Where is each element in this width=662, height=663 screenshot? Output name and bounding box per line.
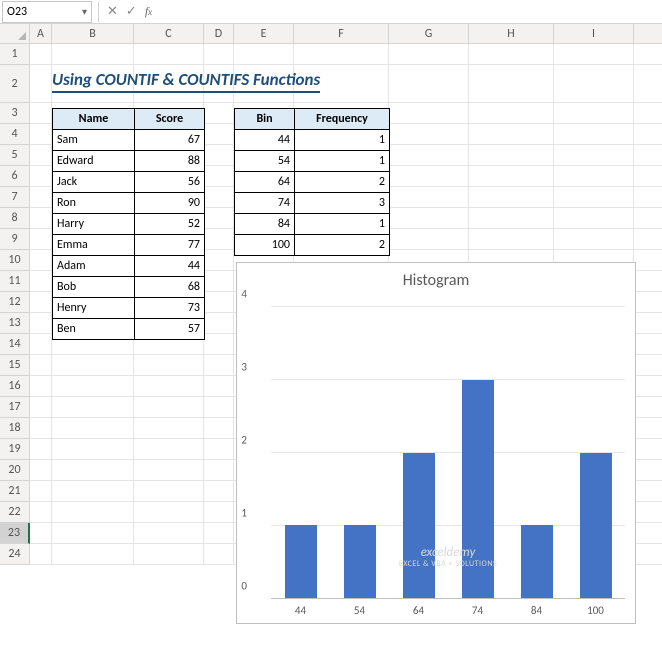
column-headers: A B C D E F G H I: [0, 24, 662, 44]
x-tick: 84: [507, 604, 566, 617]
name-box-dropdown-icon[interactable]: ▾: [82, 5, 87, 18]
table-row: Ron90: [53, 193, 205, 214]
row-header[interactable]: 23: [0, 523, 30, 544]
row-header[interactable]: 14: [0, 334, 30, 355]
col-header-C[interactable]: C: [134, 24, 204, 43]
table-row: Emma77: [53, 235, 205, 256]
bar[interactable]: [403, 453, 435, 599]
table-row: 1002: [235, 235, 390, 256]
table-row: Bob68: [53, 277, 205, 298]
x-tick: 74: [448, 604, 507, 617]
table-row: 541: [235, 151, 390, 172]
y-tick: 0: [241, 580, 247, 593]
table-row: Harry52: [53, 214, 205, 235]
row-header[interactable]: 4: [0, 124, 30, 145]
table-header: Score: [135, 109, 205, 130]
row-header[interactable]: 2: [0, 65, 30, 103]
y-tick: 2: [241, 434, 247, 447]
bar[interactable]: [580, 453, 612, 599]
x-tick: 44: [271, 604, 330, 617]
select-all-corner[interactable]: [0, 24, 30, 43]
row-header[interactable]: 22: [0, 502, 30, 523]
bar[interactable]: [285, 525, 317, 598]
cancel-icon: ✕: [103, 4, 122, 19]
bar[interactable]: [344, 525, 376, 598]
enter-icon: ✓: [122, 4, 141, 19]
name-score-table[interactable]: Name Score Sam67 Edward88 Jack56 Ron90 H…: [52, 108, 205, 340]
table-header: Bin: [235, 109, 295, 130]
col-header-I[interactable]: I: [554, 24, 634, 43]
col-header-A[interactable]: A: [30, 24, 52, 43]
col-header-E[interactable]: E: [234, 24, 294, 43]
y-tick: 3: [241, 361, 247, 374]
row-header[interactable]: 15: [0, 355, 30, 376]
table-row: 441: [235, 130, 390, 151]
row-header[interactable]: 8: [0, 208, 30, 229]
row-header[interactable]: 17: [0, 397, 30, 418]
row-header[interactable]: 20: [0, 460, 30, 481]
bar[interactable]: [521, 525, 553, 598]
row-header[interactable]: 24: [0, 544, 30, 565]
col-header-F[interactable]: F: [294, 24, 389, 43]
table-row: Sam67: [53, 130, 205, 151]
row-header[interactable]: 21: [0, 481, 30, 502]
table-row: 841: [235, 214, 390, 235]
row-header[interactable]: 18: [0, 418, 30, 439]
col-header-H[interactable]: H: [469, 24, 554, 43]
table-row: Adam44: [53, 256, 205, 277]
y-tick: 4: [241, 288, 247, 301]
row-header[interactable]: 16: [0, 376, 30, 397]
sheet-body: 1 2 3 4 5 6 7 8 9 10 11 12 13 14 15 16 1…: [0, 44, 662, 565]
bar[interactable]: [462, 380, 494, 598]
row-header[interactable]: 3: [0, 103, 30, 124]
name-box[interactable]: ▾: [2, 1, 92, 23]
table-row: Edward88: [53, 151, 205, 172]
row-headers: 1 2 3 4 5 6 7 8 9 10 11 12 13 14 15 16 1…: [0, 44, 30, 565]
row-header[interactable]: 1: [0, 44, 30, 65]
y-tick: 1: [241, 507, 247, 520]
table-header: Frequency: [295, 109, 390, 130]
row-header[interactable]: 13: [0, 313, 30, 334]
row-header[interactable]: 9: [0, 229, 30, 250]
grid[interactable]: Using COUNTIF & COUNTIFS Functions Name …: [30, 44, 662, 565]
x-tick: 100: [566, 604, 625, 617]
name-box-input[interactable]: [7, 5, 67, 19]
row-header[interactable]: 11: [0, 271, 30, 292]
row-header[interactable]: 10: [0, 250, 30, 271]
row-header[interactable]: 6: [0, 166, 30, 187]
x-tick: 54: [330, 604, 389, 617]
table-row: Jack56: [53, 172, 205, 193]
fx-icon[interactable]: fx: [141, 4, 156, 19]
table-row: 642: [235, 172, 390, 193]
row-header[interactable]: 5: [0, 145, 30, 166]
bin-frequency-table[interactable]: Bin Frequency 441 541 642 743 841 1002: [234, 108, 390, 256]
formula-bar: ▾ ✕ ✓ fx: [0, 0, 662, 24]
table-header: Name: [53, 109, 135, 130]
table-row: Henry73: [53, 298, 205, 319]
col-header-B[interactable]: B: [52, 24, 134, 43]
page-title: Using COUNTIF & COUNTIFS Functions: [52, 69, 320, 93]
x-tick: 64: [389, 604, 448, 617]
chart-title: Histogram: [237, 271, 635, 290]
formula-input[interactable]: [156, 2, 662, 22]
col-header-D[interactable]: D: [204, 24, 234, 43]
row-header[interactable]: 12: [0, 292, 30, 313]
plot-area: 0 1 2 3 4 4454647484100 exceldemy EXCEL …: [271, 307, 625, 599]
col-header-G[interactable]: G: [389, 24, 469, 43]
table-row: 743: [235, 193, 390, 214]
histogram-chart[interactable]: Histogram 0 1 2 3 4 4454647484100: [236, 262, 636, 624]
divider: [98, 2, 99, 22]
row-header[interactable]: 7: [0, 187, 30, 208]
table-row: Ben57: [53, 319, 205, 340]
row-header[interactable]: 19: [0, 439, 30, 460]
